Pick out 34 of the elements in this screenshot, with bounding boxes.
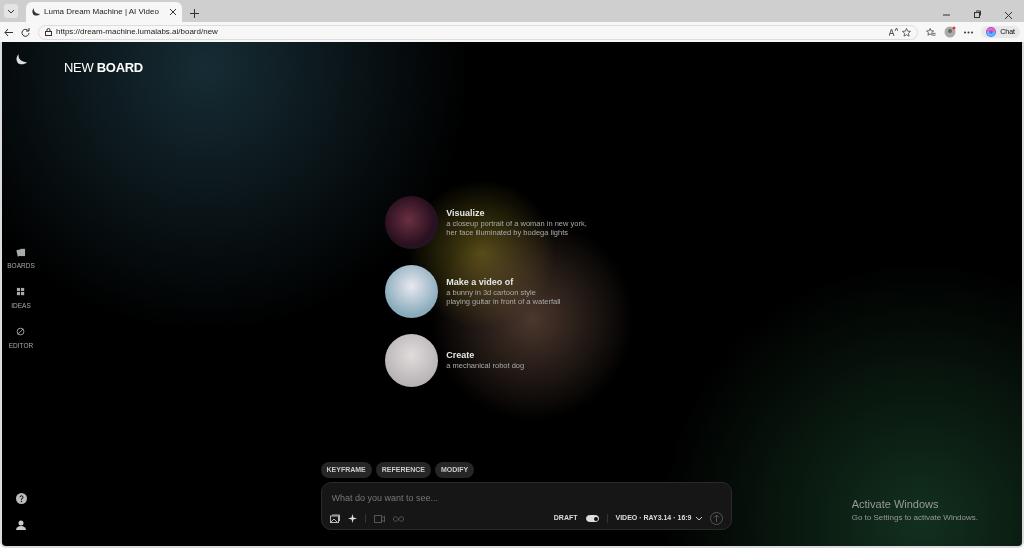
close-icon[interactable] [170,9,176,15]
activation-title: Activate Windows [851,496,940,512]
tab-title: Luma Dream Machine | AI Video [44,6,160,18]
moon-icon [32,8,40,16]
swirl-icon [986,27,997,37]
suggestion-title[interactable]: Create [446,348,525,363]
suggestion-title[interactable]: Visualize [446,206,587,221]
tab-list-icon[interactable] [4,4,18,18]
lock-icon [45,28,52,36]
slashed-circle-icon [16,326,26,337]
star-icon[interactable] [902,27,912,37]
help-icon[interactable] [15,493,27,504]
user-icon[interactable] [16,520,26,530]
prompt-input[interactable]: What do you want to see... [329,491,723,507]
chevron-down-icon [695,516,702,521]
refresh-icon[interactable] [21,27,30,37]
back-icon[interactable] [4,27,13,37]
suggestion-title[interactable]: Make a video of [446,275,561,290]
draft-toggle[interactable] [585,515,599,522]
cards-icon [16,247,26,257]
activation-subtitle: Go to Settings to activate Windows. [851,512,978,524]
more-icon[interactable] [964,30,974,34]
browser-tab[interactable]: Luma Dream Machine | AI Video [26,2,182,22]
video-camera-icon[interactable] [373,514,385,523]
grid-icon [16,286,26,297]
read-aloud-icon[interactable] [889,28,899,36]
new-tab-icon[interactable] [190,9,199,18]
favorites-icon[interactable] [926,27,937,37]
images-icon[interactable] [329,514,340,523]
sparkle-icon[interactable] [347,514,357,523]
profile-icon[interactable] [944,26,957,38]
photo-placeholder[interactable] [385,264,439,318]
page-title: NEW BOARD [64,59,144,77]
moon-logo-icon[interactable] [15,54,27,65]
